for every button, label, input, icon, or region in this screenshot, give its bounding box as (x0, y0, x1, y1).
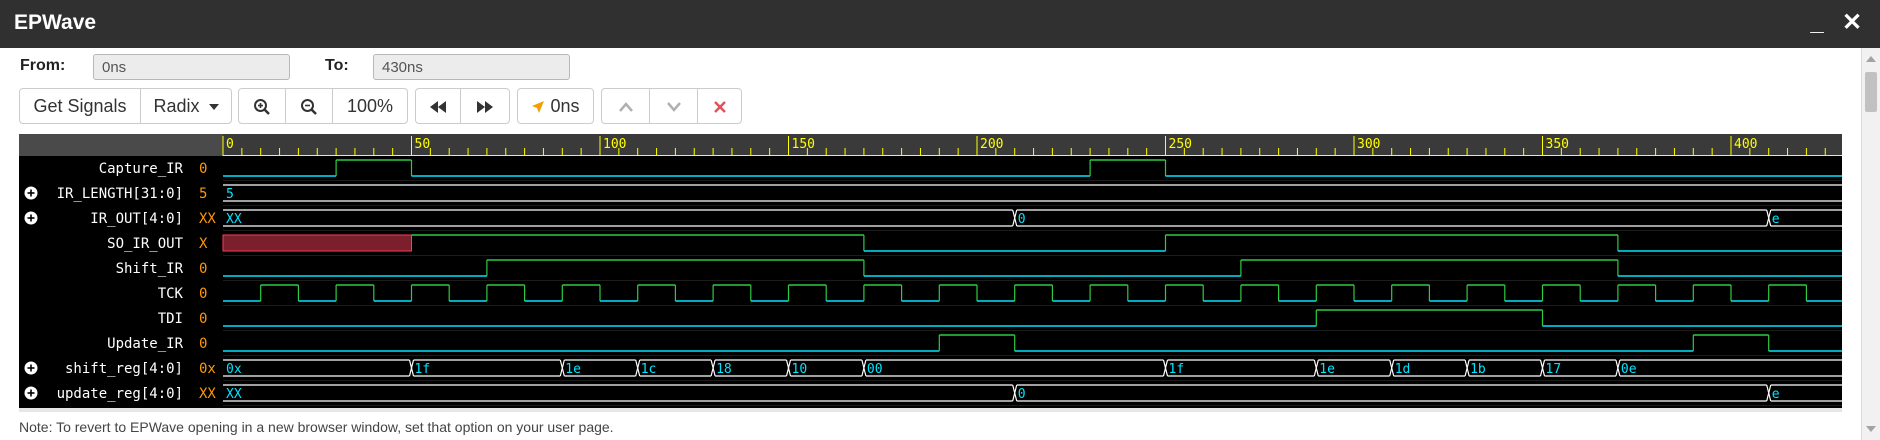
signal-current-value: 0 (199, 286, 207, 302)
signal-current-value: 0 (199, 161, 207, 177)
remove-signal-button[interactable] (697, 88, 742, 124)
horizontal-scrollbar[interactable] (19, 408, 1842, 412)
ruler-tick-label: 200 (980, 137, 1003, 152)
signal-name[interactable]: IR_OUT[4:0] (90, 211, 183, 227)
bus-value-label: 17 (1546, 362, 1562, 377)
bus-value-label: 1c (641, 362, 657, 377)
signal-row-label-area[interactable] (19, 306, 223, 331)
ruler-tick-label: 350 (1546, 137, 1569, 152)
signal-current-value: 0 (199, 311, 207, 327)
remove-icon (713, 101, 726, 114)
scroll-down-icon[interactable] (1866, 426, 1876, 432)
signal-current-value: 0x (199, 361, 216, 377)
unknown-x-region (222, 234, 412, 252)
bus-value-label: 1b (1470, 362, 1486, 377)
signal-current-value: 0 (199, 261, 207, 277)
signal-name[interactable]: TCK (158, 286, 184, 302)
waveform-canvas[interactable]: 0 50 100 150 200 250 300 350 400Capture_IR 0IR_LE… (19, 134, 1845, 408)
prev-signal-button[interactable] (601, 88, 650, 124)
get-signals-button[interactable]: Get Signals (19, 88, 141, 124)
signal-name[interactable]: update_reg[4:0] (57, 386, 183, 402)
signal-name[interactable]: Capture_IR (99, 161, 184, 177)
bus-value-label: 1f (1169, 362, 1185, 377)
bus-value-label: 0x (226, 362, 242, 377)
from-label: From: (20, 57, 66, 74)
bus-value-label: XX (226, 387, 242, 402)
ruler-tick-label: 150 (792, 137, 815, 152)
bus-value-label: 0 (1018, 387, 1026, 402)
signal-name[interactable]: shift_reg[4:0] (65, 361, 183, 377)
signal-current-value: XX (199, 386, 216, 402)
bus-value-label: XX (226, 212, 242, 227)
rewind-button[interactable] (415, 88, 461, 124)
radix-dropdown[interactable]: Radix (140, 88, 232, 124)
chevron-up-icon (618, 102, 633, 113)
bus-value-label: e (1772, 212, 1780, 227)
waveform-viewer[interactable]: 0 50 100 150 200 250 300 350 400 Capture_IR 0 IR_LE… (19, 134, 1845, 408)
rewind-icon (430, 101, 446, 114)
ruler-tick-label: 50 (415, 137, 431, 152)
ruler-tick-label: 400 (1734, 137, 1757, 152)
cursor-arrow-icon (532, 101, 545, 114)
to-input[interactable]: 430ns (373, 54, 570, 80)
signal-current-value: XX (199, 211, 216, 227)
chevron-down-icon (666, 102, 681, 113)
vertical-scrollbar[interactable] (1861, 48, 1880, 440)
caret-down-icon (208, 104, 219, 111)
title-bar: EPWave _ ✕ (0, 0, 1880, 48)
scroll-up-icon[interactable] (1866, 56, 1876, 62)
radix-label: Radix (153, 96, 200, 116)
bus-value-label: e (1772, 387, 1780, 402)
ruler-tick-label: 300 (1357, 137, 1380, 152)
bus-value-label: 0 (1018, 212, 1026, 227)
to-label: To: (325, 57, 349, 74)
bus-value-label: 1f (415, 362, 431, 377)
zoom-level-button[interactable]: 100% (332, 88, 408, 124)
signal-name[interactable]: IR_LENGTH[31:0] (57, 186, 183, 202)
zoom-in-icon (254, 99, 270, 116)
signal-current-value: 0 (199, 336, 207, 352)
signal-name[interactable]: SO_IR_OUT (107, 236, 183, 252)
signal-name[interactable]: Update_IR (107, 336, 183, 352)
bus-value-label: 00 (867, 362, 883, 377)
bus-value-label: 5 (226, 187, 234, 202)
signal-current-value: X (199, 236, 208, 252)
signal-current-value: 5 (199, 186, 207, 202)
fast-forward-button[interactable] (460, 88, 510, 124)
next-signal-button[interactable] (649, 88, 698, 124)
fast-forward-icon (477, 101, 493, 114)
ruler-tick-label: 100 (603, 137, 626, 152)
bus-value-label: 10 (792, 362, 808, 377)
zoom-out-icon (301, 99, 317, 116)
bus-value-label: 1e (1319, 362, 1335, 377)
zoom-out-button[interactable] (285, 88, 333, 124)
close-icon[interactable]: ✕ (1838, 9, 1866, 37)
signal-name[interactable]: Shift_IR (116, 261, 184, 277)
bus-value-label: 0e (1621, 362, 1637, 377)
signal-row-label-area[interactable] (19, 281, 223, 306)
footer-note: Note: To revert to EPWave opening in a n… (19, 419, 614, 435)
scroll-thumb[interactable] (1865, 72, 1877, 112)
app-title: EPWave (14, 11, 97, 34)
ruler-tick-label: 0 (226, 137, 234, 152)
bus-value-label: 18 (716, 362, 732, 377)
minimize-icon[interactable]: _ (1803, 9, 1831, 37)
cursor-time-button[interactable]: 0ns (517, 88, 594, 124)
bus-value-label: 1e (565, 362, 581, 377)
cursor-time-label: 0ns (550, 96, 580, 116)
from-input[interactable]: 0ns (93, 54, 290, 80)
zoom-in-button[interactable] (238, 88, 286, 124)
bus-value-label: 1d (1395, 362, 1411, 377)
ruler-tick-label: 250 (1169, 137, 1192, 152)
signal-name[interactable]: TDI (158, 311, 183, 327)
